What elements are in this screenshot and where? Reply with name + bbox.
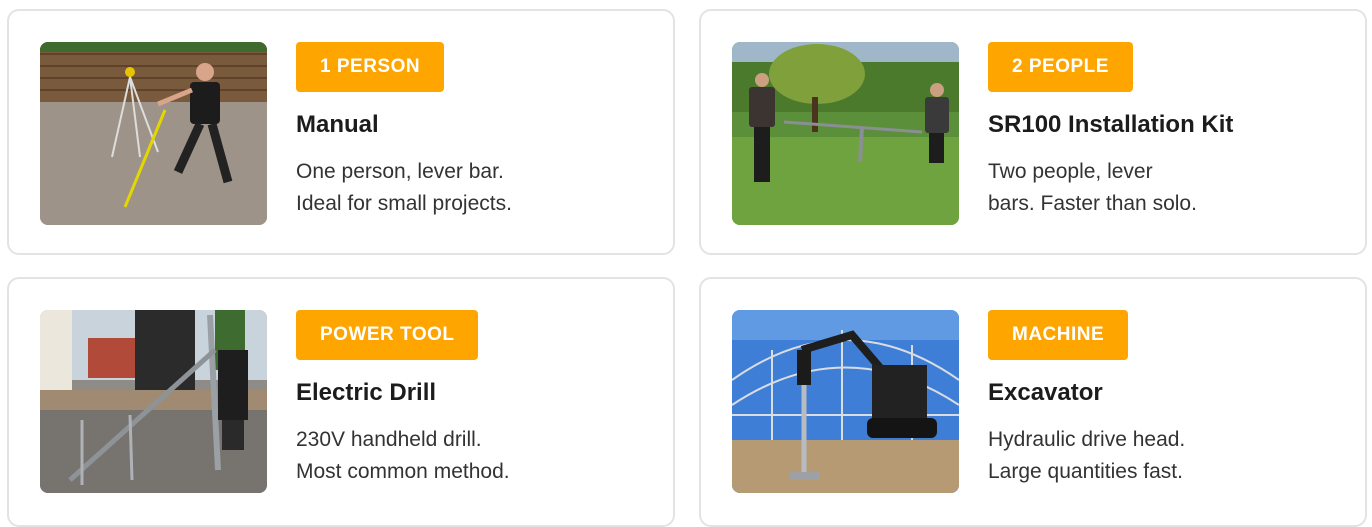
card-description: One person, lever bar. Ideal for small p… [296,156,586,220]
card-description: Two people, lever bars. Faster than solo… [988,156,1278,220]
method-card-electric-drill[interactable]: POWER TOOL Electric Drill 230V handheld … [7,277,675,527]
excavator-photo [732,310,959,493]
card-title: Excavator [988,379,1103,406]
description-line: One person, lever bar. [296,160,504,183]
method-card-excavator[interactable]: MACHINE Excavator Hydraulic drive head. … [699,277,1367,527]
card-title: Manual [296,111,379,138]
method-type-badge: MACHINE [988,310,1129,360]
description-line: 230V handheld drill. [296,428,482,451]
people-count-badge: 1 PERSON [296,42,445,92]
card-description: 230V handheld drill. Most common method. [296,424,586,488]
description-line: Most common method. [296,460,510,483]
description-line: bars. Faster than solo. [988,192,1197,215]
description-line: Large quantities fast. [988,460,1183,483]
people-count-badge: 2 PEOPLE [988,42,1133,92]
description-line: Ideal for small projects. [296,192,512,215]
method-card-installation-kit[interactable]: 2 PEOPLE SR100 Installation Kit Two peop… [699,9,1367,255]
method-type-badge: POWER TOOL [296,310,479,360]
manual-photo [40,42,267,225]
card-title: SR100 Installation Kit [988,111,1234,138]
method-card-manual[interactable]: 1 PERSON Manual One person, lever bar. I… [7,9,675,255]
description-line: Two people, lever [988,160,1153,183]
installation-kit-photo [732,42,959,225]
description-line: Hydraulic drive head. [988,428,1186,451]
card-description: Hydraulic drive head. Large quantities f… [988,424,1278,488]
electric-drill-photo [40,310,267,493]
card-title: Electric Drill [296,379,437,406]
